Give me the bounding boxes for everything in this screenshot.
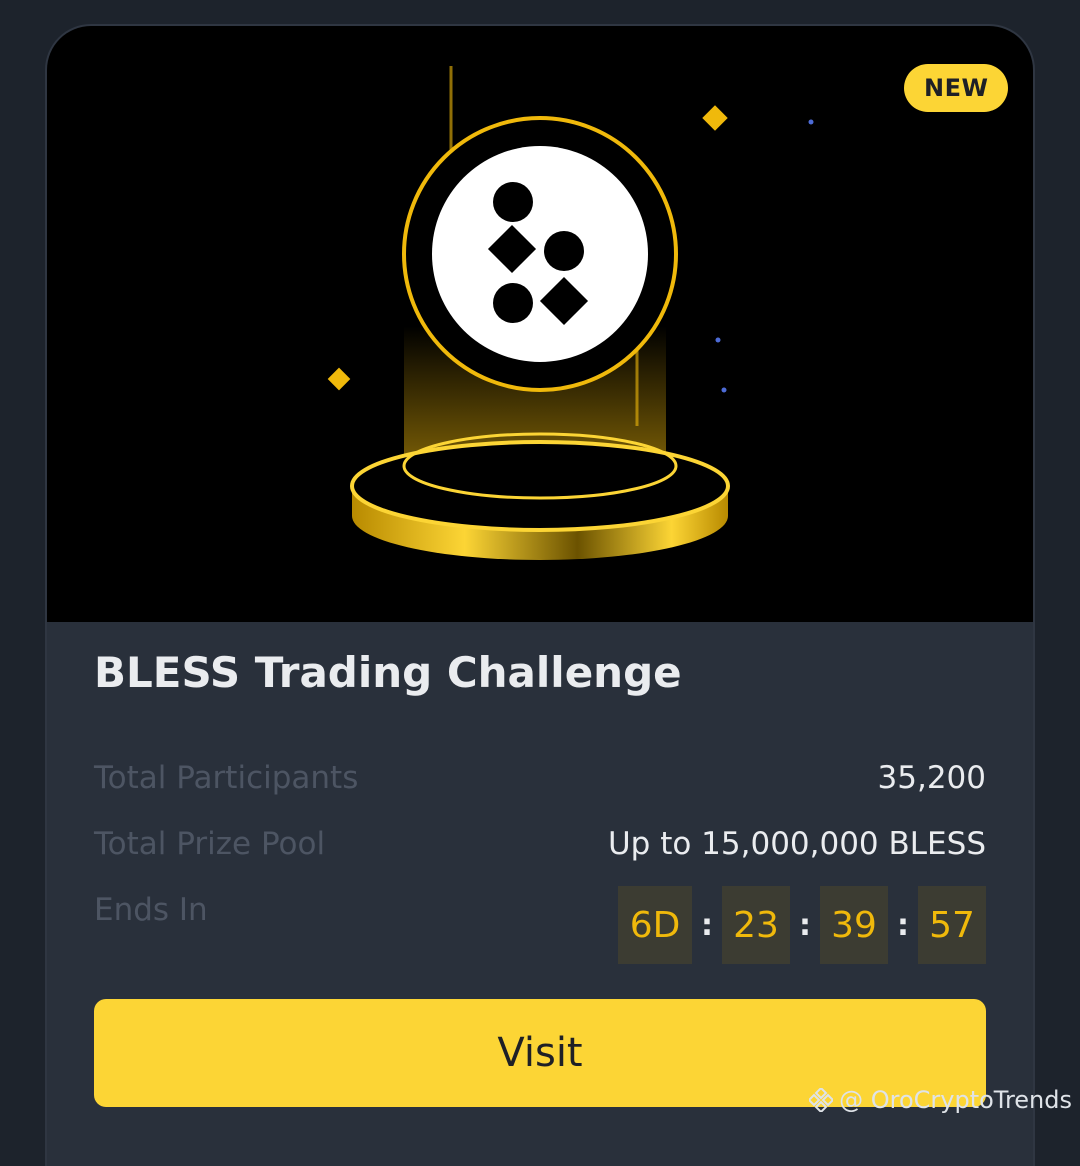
watermark-text: @ OroCryptoTrends [839,1086,1072,1114]
ends-in-label: Ends In [94,892,208,928]
countdown-minutes: 39 [820,886,888,964]
watermark: @ OroCryptoTrends [809,1086,1072,1114]
countdown-seconds: 57 [918,886,986,964]
participants-label: Total Participants [94,760,359,796]
countdown-separator: : [897,907,909,943]
hero-banner: NEW [47,26,1033,622]
countdown-timer: 6D : 23 : 39 : 57 [618,886,986,964]
countdown-hours: 23 [722,886,790,964]
countdown-separator: : [799,907,811,943]
participants-value: 35,200 [877,760,986,796]
new-badge: NEW [904,64,1009,112]
campaign-card[interactable]: NEW BLESS Trading Challenge Total Partic… [47,26,1033,1166]
countdown-separator: : [701,907,713,943]
countdown-days: 6D [618,886,692,964]
bless-coin-illustration [327,66,814,560]
prize-pool-value: Up to 15,000,000 BLESS [607,826,986,862]
binance-logo-icon [809,1088,834,1112]
prize-pool-label: Total Prize Pool [94,826,326,862]
challenge-title: BLESS Trading Challenge [94,648,682,697]
